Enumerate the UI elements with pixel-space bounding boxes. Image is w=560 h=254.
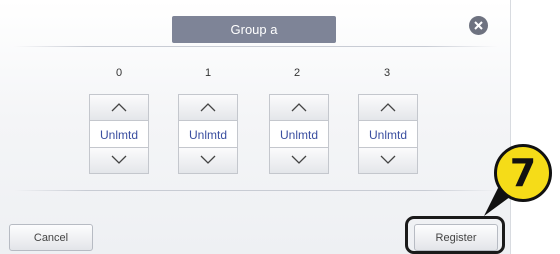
chevron-down-icon (291, 155, 307, 164)
spinner-column-3: Unlmtd (358, 94, 418, 174)
spinner-value-3: Unlmtd (368, 127, 407, 142)
chevron-up-icon (291, 103, 307, 112)
step-number-badge: 7 (494, 144, 552, 202)
close-icon[interactable] (469, 16, 488, 35)
spinner-value-2: Unlmtd (279, 127, 318, 142)
title-divider (14, 46, 498, 47)
column-number-3: 3 (383, 67, 391, 79)
dialog-title: Group a (172, 16, 336, 43)
cancel-button[interactable]: Cancel (9, 224, 93, 251)
spinner-column-2: Unlmtd (269, 94, 329, 174)
column-number-1: 1 (204, 67, 212, 79)
increment-button-3[interactable] (359, 95, 417, 121)
chevron-up-icon (200, 103, 216, 112)
decrement-button-3[interactable] (359, 147, 417, 173)
footer-divider (14, 190, 498, 191)
spinner-value-1: Unlmtd (188, 127, 227, 142)
register-highlight-ring (405, 216, 505, 254)
increment-button-2[interactable] (270, 95, 328, 121)
decrement-button-1[interactable] (179, 147, 237, 173)
chevron-down-icon (200, 155, 216, 164)
spinner-column-0: Unlmtd (89, 94, 149, 174)
spinner-column-1: Unlmtd (178, 94, 238, 174)
spinner-value-0: Unlmtd (99, 127, 138, 142)
decrement-button-2[interactable] (270, 147, 328, 173)
chevron-down-icon (111, 155, 127, 164)
chevron-up-icon (111, 103, 127, 112)
chevron-up-icon (380, 103, 396, 112)
column-number-0: 0 (115, 67, 123, 79)
column-number-2: 2 (293, 67, 301, 79)
decrement-button-0[interactable] (90, 147, 148, 173)
increment-button-0[interactable] (90, 95, 148, 121)
increment-button-1[interactable] (179, 95, 237, 121)
chevron-down-icon (380, 155, 396, 164)
